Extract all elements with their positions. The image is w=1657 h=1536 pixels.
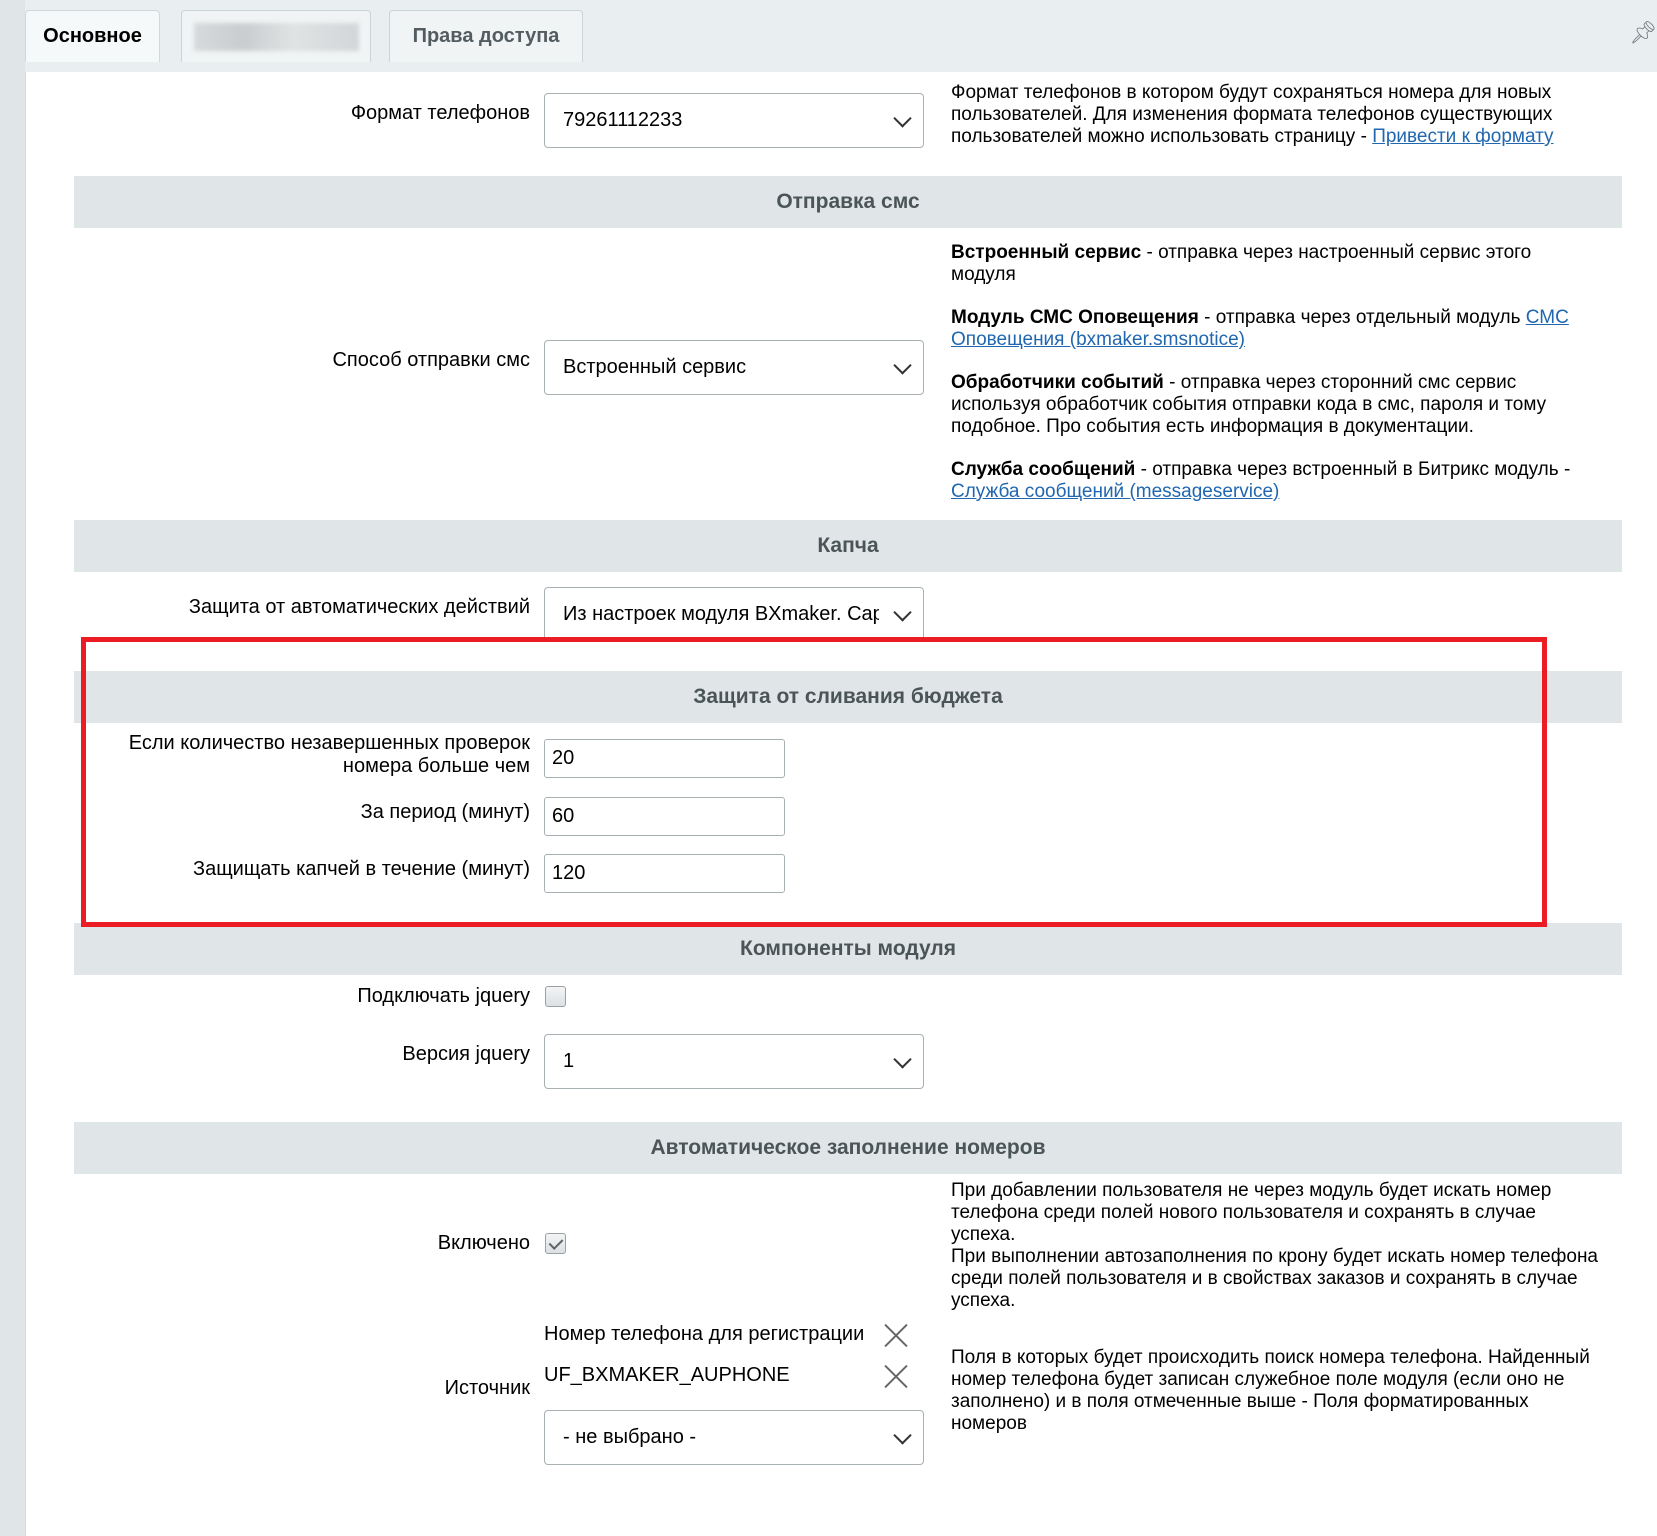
jquery-version-value: 1 <box>563 1050 575 1072</box>
phone-format-select[interactable]: 79261112233 <box>544 93 924 148</box>
help-builtin-title: Встроенный сервис <box>951 242 1142 263</box>
messageservice-link[interactable]: Служба сообщений (messageservice) <box>951 481 1279 502</box>
pin-icon[interactable]: 📌︎ <box>1629 20 1657 46</box>
help-module-title: Модуль СМС Оповещения <box>951 307 1199 328</box>
sms-method-value: Встроенный сервис <box>563 356 747 378</box>
autofill-help-line2: При выполнении автозаполнения по крону б… <box>951 1246 1599 1311</box>
captcha-duration-label: Защищать капчей в течение (минут) <box>193 858 530 880</box>
close-icon[interactable] <box>883 1363 909 1389</box>
blurred-tab-label <box>193 22 359 51</box>
unfinished-checks-label-line2: номера больше чем <box>342 755 530 777</box>
close-icon[interactable] <box>883 1322 909 1348</box>
help-msgservice-title: Служба сообщений <box>951 459 1136 480</box>
period-input[interactable] <box>544 797 785 836</box>
chevron-down-icon <box>893 1425 912 1445</box>
tab-access-rights[interactable]: Права доступа <box>389 10 583 62</box>
chevron-down-icon <box>893 108 912 128</box>
settings-content: Формат телефонов 79261112233 Формат теле… <box>25 72 1657 1536</box>
sms-method-help: Встроенный сервис - отправка через настр… <box>951 242 1601 524</box>
section-captcha: Капча <box>74 520 1622 572</box>
source-item: Номер телефона для регистрации <box>544 1323 865 1345</box>
jquery-version-label: Версия jquery <box>402 1043 530 1065</box>
tab-main[interactable]: Основное <box>25 10 160 62</box>
section-components: Компоненты модуля <box>74 923 1622 975</box>
captcha-duration-input[interactable] <box>544 854 785 893</box>
chevron-down-icon <box>893 602 912 622</box>
jquery-include-checkbox[interactable] <box>545 986 566 1007</box>
section-sms: Отправка смс <box>74 176 1622 228</box>
unfinished-checks-input[interactable] <box>544 739 785 778</box>
autofill-enabled-checkbox[interactable] <box>545 1233 566 1254</box>
normalize-format-link[interactable]: Привести к формату <box>1372 126 1553 147</box>
source-select[interactable]: - не выбрано - <box>544 1410 924 1465</box>
jquery-include-label: Подключать jquery <box>357 985 530 1007</box>
captcha-protection-value: Из настроек модуля BXmaker. Captcha <box>563 603 879 625</box>
chevron-down-icon <box>893 1049 912 1069</box>
sms-method-label: Способ отправки смс <box>332 349 530 371</box>
unfinished-checks-label: Если количество незавершенных проверок н… <box>129 732 530 778</box>
source-help: Поля в которых будет происходить поиск н… <box>951 1347 1590 1434</box>
help-module-text: - отправка через отдельный модуль <box>1198 307 1526 328</box>
autofill-help-line1: При добавлении пользователя не через мод… <box>951 1180 1552 1245</box>
phone-format-help: Формат телефонов в котором будут сохраня… <box>951 82 1601 148</box>
jquery-version-select[interactable]: 1 <box>544 1034 924 1089</box>
section-autofill: Автоматическое заполнение номеров <box>74 1122 1622 1174</box>
help-msgservice-text: - отправка через встроенный в Битрикс мо… <box>1135 459 1571 480</box>
unfinished-checks-label-line1: Если количество незавершенных проверок <box>128 732 530 754</box>
autofill-enabled-help: При добавлении пользователя не через мод… <box>951 1180 1601 1312</box>
phone-format-value: 79261112233 <box>563 109 683 131</box>
tab-hidden[interactable] <box>181 10 371 62</box>
checkmark-icon <box>548 1235 564 1250</box>
source-label: Источник <box>444 1377 530 1399</box>
sms-method-select[interactable]: Встроенный сервис <box>544 340 924 395</box>
tab-bar: Основное Права доступа 📌︎ <box>25 0 1657 73</box>
autofill-enabled-label: Включено <box>437 1232 530 1254</box>
chevron-down-icon <box>893 355 912 375</box>
captcha-protection-label: Защита от автоматических действий <box>188 596 530 618</box>
captcha-protection-select[interactable]: Из настроек модуля BXmaker. Captcha <box>544 587 924 642</box>
section-budget-protection: Защита от сливания бюджета <box>74 671 1622 723</box>
period-label: За период (минут) <box>360 801 530 823</box>
phone-format-label: Формат телефонов <box>350 102 530 124</box>
source-item: UF_BXMAKER_AUPHONE <box>544 1364 790 1386</box>
help-handlers-title: Обработчики событий <box>951 372 1164 393</box>
source-select-value: - не выбрано - <box>563 1426 697 1448</box>
